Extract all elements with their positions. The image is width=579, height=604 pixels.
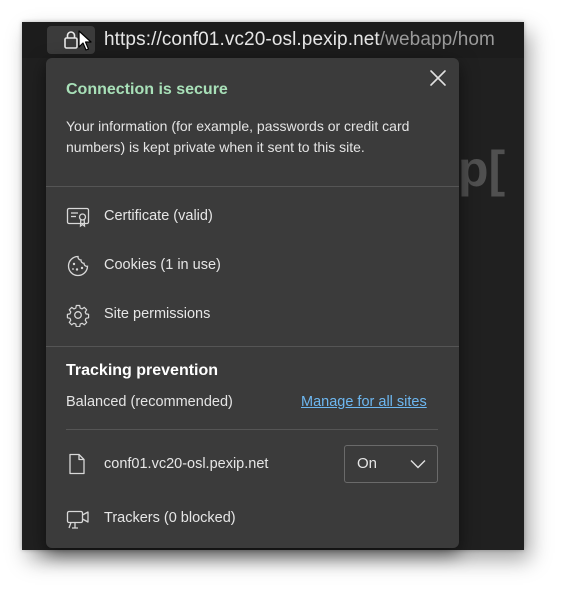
mouse-cursor-icon bbox=[78, 30, 92, 51]
certificate-label: Certificate (valid) bbox=[104, 208, 213, 224]
site-permissions-item[interactable]: Site permissions bbox=[46, 293, 459, 337]
gear-icon bbox=[66, 304, 90, 327]
tracking-toggle-select[interactable]: On bbox=[344, 445, 438, 483]
site-name: conf01.vc20-osl.pexip.net bbox=[104, 456, 269, 472]
url-path: /webapp/hom bbox=[379, 29, 495, 50]
cookie-icon bbox=[67, 255, 89, 277]
tracker-camera-icon bbox=[66, 510, 89, 529]
address-bar: https://conf01.vc20-osl.pexip.net/webapp… bbox=[22, 22, 524, 58]
certificate-item[interactable]: Certificate (valid) bbox=[46, 195, 459, 239]
site-info-flyout: Connection is secure Your information (f… bbox=[46, 58, 459, 548]
tracking-toggle-value: On bbox=[357, 455, 378, 472]
url-host: https://conf01.vc20-osl.pexip.net bbox=[104, 29, 380, 50]
connection-status-title: Connection is secure bbox=[66, 81, 228, 98]
site-permissions-label: Site permissions bbox=[104, 306, 211, 322]
tracking-prevention-level: Balanced (recommended) bbox=[66, 394, 233, 410]
manage-for-all-sites-link[interactable]: Manage for all sites bbox=[301, 394, 427, 410]
url-field[interactable]: https://conf01.vc20-osl.pexip.net/webapp… bbox=[104, 29, 495, 51]
cookies-label: Cookies (1 in use) bbox=[104, 257, 221, 273]
cookies-item[interactable]: Cookies (1 in use) bbox=[46, 244, 459, 288]
divider bbox=[46, 346, 459, 347]
lock-icon bbox=[64, 31, 78, 49]
document-icon bbox=[69, 453, 85, 475]
background-page-text: p[ bbox=[458, 141, 506, 197]
tracking-prevention-title: Tracking prevention bbox=[66, 362, 219, 379]
trackers-label: Trackers (0 blocked) bbox=[104, 510, 236, 526]
trackers-item[interactable]: Trackers (0 blocked) bbox=[46, 497, 459, 541]
certificate-icon bbox=[66, 207, 90, 228]
close-icon[interactable] bbox=[428, 68, 448, 88]
divider bbox=[46, 186, 459, 187]
connection-description: Your information (for example, passwords… bbox=[66, 118, 410, 155]
divider bbox=[66, 429, 438, 430]
chevron-down-icon bbox=[410, 460, 426, 469]
